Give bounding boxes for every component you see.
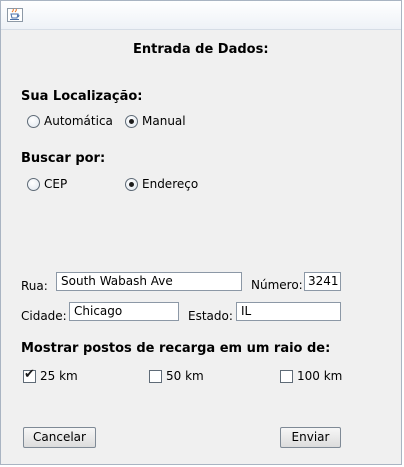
submit-button[interactable]: Enviar <box>280 427 341 448</box>
form-title: Entrada de Dados: <box>133 42 269 57</box>
radio-cep-label[interactable]: CEP <box>44 177 67 191</box>
checkbox-50km-label[interactable]: 50 km <box>166 369 204 383</box>
radio-automatic[interactable] <box>27 115 40 128</box>
radio-selected-dot <box>129 182 134 187</box>
radio-selected-dot <box>129 119 134 124</box>
radio-automatic-label[interactable]: Automática <box>44 114 113 128</box>
radio-manual-label[interactable]: Manual <box>142 114 186 128</box>
number-label: Número: <box>251 278 303 292</box>
radius-heading: Mostrar postos de recarga em um raio de: <box>21 341 331 356</box>
state-label: Estado: <box>188 309 233 323</box>
radio-manual[interactable] <box>125 115 138 128</box>
city-label: Cidade: <box>21 309 67 323</box>
street-label: Rua: <box>21 279 48 293</box>
cancel-button[interactable]: Cancelar <box>23 427 96 448</box>
title-bar[interactable] <box>1 1 401 30</box>
city-input[interactable]: Chicago <box>69 302 179 321</box>
radio-cep[interactable] <box>27 178 40 191</box>
radio-address-label[interactable]: Endereço <box>142 177 198 191</box>
number-input[interactable]: 3241 <box>304 272 341 291</box>
checkmark-icon: ✔ <box>24 367 35 382</box>
state-input[interactable]: IL <box>236 302 341 321</box>
checkbox-50km[interactable] <box>149 370 162 383</box>
java-cup-icon <box>7 8 23 22</box>
checkbox-100km-label[interactable]: 100 km <box>297 369 342 383</box>
radio-address[interactable] <box>125 178 138 191</box>
checkbox-100km[interactable] <box>280 370 293 383</box>
street-input[interactable]: South Wabash Ave <box>56 272 242 291</box>
location-heading: Sua Localização: <box>21 89 143 104</box>
checkbox-25km-label[interactable]: 25 km <box>40 369 78 383</box>
checkbox-25km[interactable]: ✔ <box>23 367 36 383</box>
search-by-heading: Buscar por: <box>21 151 106 166</box>
dialog-window: Entrada de Dados: Sua Localização: Autom… <box>0 0 402 465</box>
